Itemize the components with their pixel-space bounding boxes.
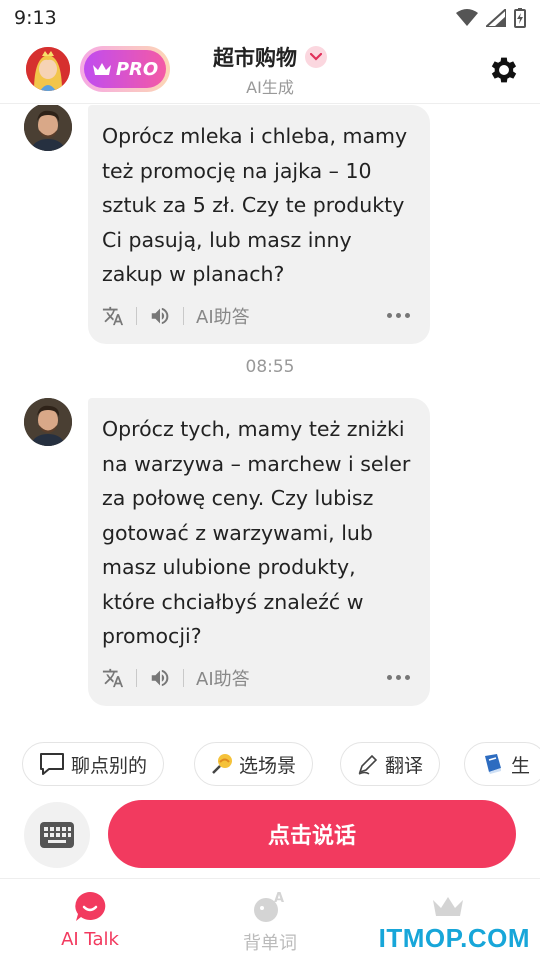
input-row: 点击说话 <box>0 800 540 870</box>
title-block: 超市购物 AI生成 <box>0 42 540 98</box>
nav-label: AI Talk <box>61 929 119 950</box>
divider <box>183 306 184 325</box>
divider <box>183 668 184 687</box>
speaker-icon[interactable] <box>149 667 171 689</box>
page-title: 超市购物 <box>213 46 297 70</box>
message-bubble[interactable]: Oprócz tych, mamy też zniżki na warzywa … <box>88 398 430 706</box>
wifi-icon <box>456 9 478 26</box>
svg-text:A: A <box>274 891 284 906</box>
book-icon <box>485 754 501 774</box>
chip-label: 选场景 <box>239 754 297 777</box>
chip-generate[interactable]: 生 <box>464 742 540 786</box>
speech-bubble-icon <box>40 753 64 775</box>
bot-avatar[interactable] <box>24 398 72 446</box>
message-text: Oprócz tych, mamy też zniżki na warzywa … <box>102 417 411 648</box>
chip-choose-scene[interactable]: 选场景 <box>194 742 314 786</box>
chat-area[interactable]: Oprócz mleka i chleba, mamy też promocję… <box>0 105 540 730</box>
status-bar: 9:13 <box>0 0 540 36</box>
status-time: 9:13 <box>14 7 57 29</box>
translate-icon[interactable] <box>102 667 124 689</box>
suggestion-chips: 聊点别的 选场景 翻译 生 <box>0 742 540 786</box>
message-timestamp: 08:55 <box>245 357 295 377</box>
chip-translate[interactable]: 翻译 <box>340 742 441 786</box>
lollipop-icon <box>212 754 232 774</box>
status-icons <box>456 8 526 28</box>
gear-icon[interactable] <box>486 52 522 88</box>
divider <box>136 306 137 325</box>
chip-chat-other[interactable]: 聊点别的 <box>22 742 165 786</box>
chat-smile-icon <box>70 887 110 927</box>
message-bubble[interactable]: Oprócz mleka i chleba, mamy też promocję… <box>88 105 430 344</box>
more-icon[interactable] <box>387 675 410 680</box>
chip-label: 聊点别的 <box>71 754 148 777</box>
app-header: PRO 超市购物 AI生成 <box>0 36 540 104</box>
ai-answer-button[interactable]: AI助答 <box>196 665 250 691</box>
battery-icon <box>514 8 526 28</box>
translate-icon[interactable] <box>102 305 124 327</box>
signal-icon <box>486 9 506 27</box>
nav-item-vocab[interactable]: A 背单词 <box>210 887 330 955</box>
ai-answer-button[interactable]: AI助答 <box>196 303 250 329</box>
chip-label: 生 <box>511 754 531 777</box>
watermark: ITMOP.COM <box>378 923 530 953</box>
message-text: Oprócz mleka i chleba, mamy też promocję… <box>102 124 408 286</box>
keyboard-button[interactable] <box>24 802 90 868</box>
message-toolbar: AI助答 <box>102 300 414 332</box>
pen-icon <box>358 754 378 775</box>
divider <box>136 668 137 687</box>
vocab-icon: A <box>250 887 290 927</box>
nav-item-ai-talk[interactable]: AI Talk <box>30 887 150 950</box>
push-to-talk-button[interactable]: 点击说话 <box>108 800 516 868</box>
message-toolbar: AI助答 <box>102 662 414 694</box>
nav-label: 背单词 <box>243 933 297 954</box>
man-avatar-icon <box>24 105 72 151</box>
speaker-icon[interactable] <box>149 305 171 327</box>
bot-avatar[interactable] <box>24 105 72 151</box>
man-avatar-icon <box>24 398 72 446</box>
chevron-down-icon[interactable] <box>305 46 327 68</box>
keyboard-icon <box>40 822 74 848</box>
bottom-nav: AI Talk A 背单词 ITMOP.COM <box>0 878 540 960</box>
more-icon[interactable] <box>387 313 410 318</box>
chip-label: 翻译 <box>385 754 424 777</box>
crown-icon <box>428 887 468 927</box>
title-row[interactable]: 超市购物 <box>213 42 327 72</box>
page-subtitle: AI生成 <box>246 78 294 97</box>
